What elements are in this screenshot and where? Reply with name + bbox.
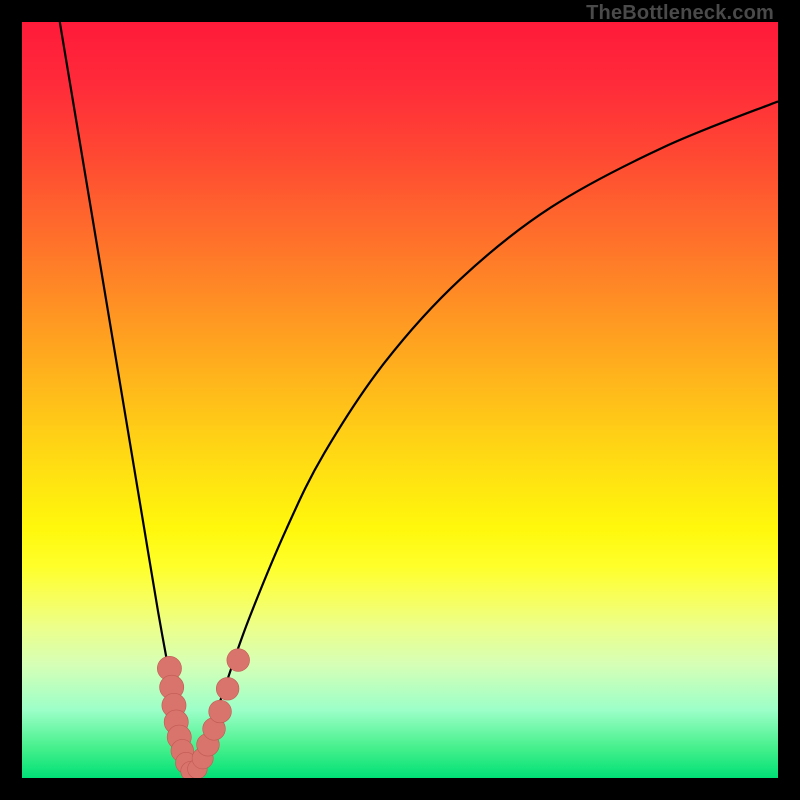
data-markers — [157, 649, 249, 778]
data-marker — [216, 677, 239, 700]
data-marker — [227, 649, 250, 672]
chart-frame: TheBottleneck.com — [0, 0, 800, 800]
right-curve — [192, 101, 778, 775]
plot-area — [22, 22, 778, 778]
watermark-text: TheBottleneck.com — [586, 2, 774, 25]
chart-svg — [22, 22, 778, 778]
data-marker — [209, 700, 232, 723]
